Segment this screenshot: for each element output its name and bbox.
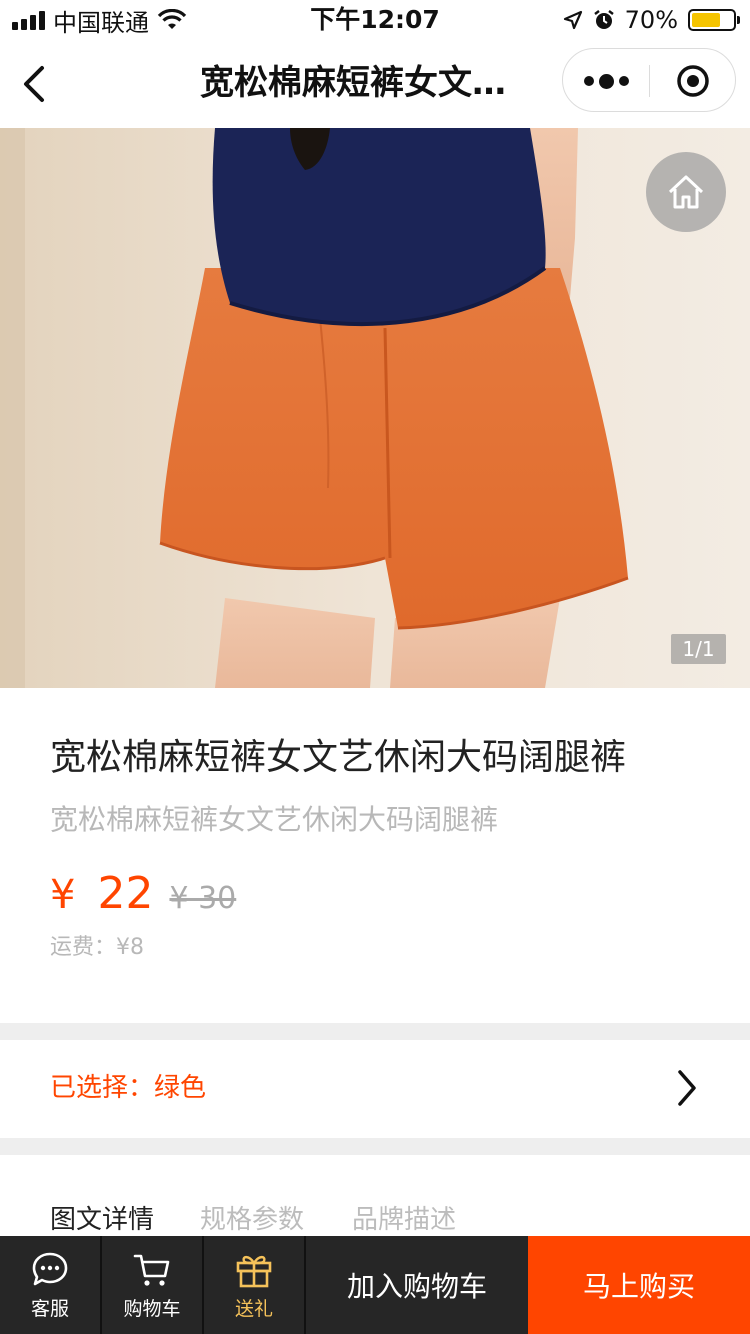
gift-label: 送礼 [234, 1297, 273, 1320]
more-button[interactable] [563, 49, 649, 113]
tab-specs[interactable]: 规格参数 [200, 1203, 304, 1237]
battery-percent: 70% [624, 6, 678, 34]
image-counter: 1/1 [671, 634, 726, 664]
selected-variant: 已选择：绿色 [50, 1073, 207, 1103]
gift-button[interactable]: 送礼 [204, 1236, 304, 1334]
page-title: 宽松棉麻短裤女文… [200, 63, 506, 103]
price-row: ¥ 22 ¥ 30 [50, 868, 236, 924]
home-button[interactable] [646, 152, 726, 232]
back-icon[interactable] [16, 60, 56, 108]
bottom-bar: 客服 购物车 送礼 加入购物车 马上购买 [0, 1236, 750, 1334]
add-to-cart-button[interactable]: 加入购物车 [306, 1236, 528, 1334]
service-button[interactable]: 客服 [0, 1236, 100, 1334]
cart-label: 购物车 [123, 1297, 181, 1320]
tab-brand[interactable]: 品牌描述 [352, 1203, 456, 1237]
product-subtitle: 宽松棉麻短裤女文艺休闲大码阔腿裤 [50, 803, 499, 836]
chat-icon [32, 1252, 68, 1285]
currency-symbol: ¥ [50, 872, 76, 918]
gift-icon [236, 1255, 272, 1287]
buy-now-button[interactable]: 马上购买 [528, 1236, 750, 1334]
status-bar: 中国联通 下午12:07 70% [0, 0, 750, 40]
variant-selector[interactable]: 已选择：绿色 [0, 1040, 750, 1138]
battery-icon [688, 9, 740, 31]
service-label: 客服 [30, 1297, 69, 1320]
nav-bar: 宽松棉麻短裤女文… [0, 40, 750, 128]
detail-tabs: 图文详情 规格参数 品牌描述 [0, 1155, 750, 1236]
tab-details[interactable]: 图文详情 [50, 1203, 154, 1237]
menu-capsule [562, 48, 736, 112]
close-button[interactable] [650, 49, 736, 113]
shipping-fee: 运费：¥8 [50, 935, 144, 960]
target-icon [677, 65, 709, 97]
product-info: 宽松棉麻短裤女文艺休闲大码阔腿裤 宽松棉麻短裤女文艺休闲大码阔腿裤 ¥ 22 ¥… [0, 688, 750, 1023]
cart-button[interactable]: 购物车 [102, 1236, 202, 1334]
alarm-icon [593, 10, 614, 29]
section-divider [0, 1138, 750, 1155]
original-price: ¥ 30 [169, 881, 237, 916]
cart-icon [133, 1254, 170, 1286]
home-icon [668, 175, 704, 209]
product-photo [0, 128, 750, 688]
battery-fill [692, 13, 720, 27]
chevron-right-icon [678, 1070, 696, 1106]
current-price: 22 [97, 868, 154, 919]
more-icon [583, 76, 594, 86]
product-title: 宽松棉麻短裤女文艺休闲大码阔腿裤 [50, 737, 627, 778]
section-divider [0, 1023, 750, 1040]
location-icon [563, 10, 582, 30]
status-right: 70% [563, 4, 740, 36]
product-image[interactable] [0, 128, 750, 688]
